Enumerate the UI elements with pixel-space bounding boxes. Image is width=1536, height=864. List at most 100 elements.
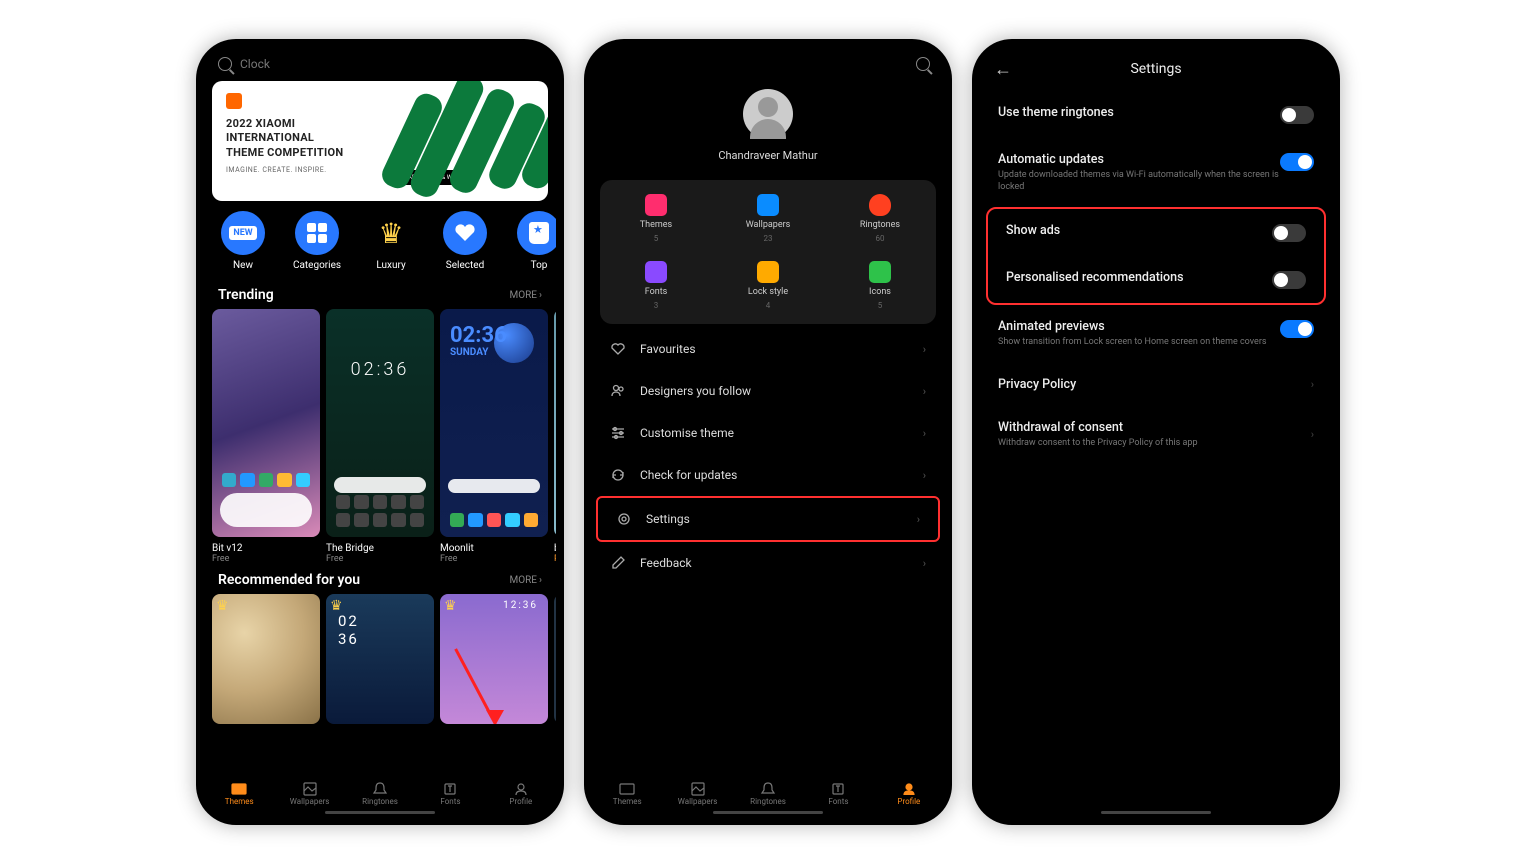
settings-title: Settings [996, 61, 1316, 77]
grid-fonts[interactable]: Fonts3 [600, 261, 712, 310]
crown-icon: ♛ [444, 598, 457, 614]
search-icon [218, 57, 232, 71]
setting-animated-previews[interactable]: Animated previewsShow transition from Lo… [980, 305, 1332, 363]
cat-selected[interactable]: Selected [430, 211, 500, 271]
setting-use-theme-ringtones[interactable]: Use theme ringtones [980, 91, 1332, 138]
phone-1: Clock 2022 XIAOMI INTERNATIONAL THEME CO… [196, 39, 564, 825]
chevron-right-icon: › [923, 385, 926, 398]
menu-favourites[interactable]: Favourites› [592, 328, 944, 370]
chevron-right-icon: › [1311, 428, 1314, 441]
nav-wallpapers[interactable]: Wallpapers [274, 769, 344, 817]
phone-2: Chandraveer Mathur Themes5 Wallpapers23 … [584, 39, 952, 825]
search-bar[interactable]: Clock [204, 47, 556, 81]
bottom-nav-2: Themes Wallpapers Ringtones Fonts Profil… [592, 769, 944, 817]
chevron-right-icon: › [923, 343, 926, 356]
library-grid: Themes5 Wallpapers23 Ringtones60 Fonts3 … [600, 180, 936, 324]
category-row: NEWNew Categories ♛Luxury Selected Top [204, 201, 556, 279]
settings-header: ← Settings [980, 47, 1332, 91]
cat-categories[interactable]: Categories [282, 211, 352, 271]
menu-customise[interactable]: Customise theme› [592, 412, 944, 454]
grid-themes[interactable]: Themes5 [600, 194, 712, 243]
rec-title: Recommended for you [218, 572, 360, 588]
rec-more-button[interactable]: MORE› [510, 575, 542, 586]
grid-wallpapers[interactable]: Wallpapers23 [712, 194, 824, 243]
back-arrow-icon[interactable]: ← [994, 59, 1012, 80]
fonts-icon [645, 261, 667, 283]
profile-menu: Favourites› Designers you follow› Custom… [592, 324, 944, 588]
lock-icon [757, 261, 779, 283]
wallpapers-icon [757, 194, 779, 216]
sliders-icon [610, 425, 626, 441]
search-placeholder: Clock [240, 57, 270, 71]
nav-ringtones[interactable]: Ringtones [345, 769, 415, 817]
themes-store-screen: Clock 2022 XIAOMI INTERNATIONAL THEME CO… [204, 47, 556, 817]
chevron-right-icon: › [917, 513, 920, 526]
setting-privacy-policy[interactable]: Privacy Policy › [980, 363, 1332, 406]
nav-profile[interactable]: Profile [486, 769, 556, 817]
rec-item-4[interactable] [554, 594, 556, 724]
nav-fonts[interactable]: Fonts [415, 769, 485, 817]
menu-designers[interactable]: Designers you follow› [592, 370, 944, 412]
crown-icon: ♛ [378, 217, 403, 250]
xiaomi-logo-icon [226, 93, 242, 109]
toggle-animated[interactable] [1280, 320, 1314, 338]
heart-icon [610, 341, 626, 357]
theme-bitv12[interactable]: Bit v12 Free [212, 309, 320, 564]
nav-themes[interactable]: Themes [204, 769, 274, 817]
nav-themes[interactable]: Themes [592, 769, 662, 817]
setting-show-ads[interactable]: Show ads [988, 209, 1324, 256]
trending-more-button[interactable]: MORE› [510, 290, 542, 301]
setting-withdraw-consent[interactable]: Withdrawal of consentWithdraw consent to… [980, 406, 1332, 464]
toggle-auto-updates[interactable] [1280, 153, 1314, 171]
setting-personalised[interactable]: Personalised recommendations [988, 256, 1324, 303]
chevron-right-icon: › [923, 557, 926, 570]
ringtones-icon [869, 194, 891, 216]
theme-bubble[interactable]: ♛ bubble Premium [554, 309, 556, 564]
people-icon [610, 383, 626, 399]
nav-wallpapers[interactable]: Wallpapers [662, 769, 732, 817]
chevron-right-icon: › [923, 427, 926, 440]
chevron-right-icon: › [1311, 378, 1314, 391]
trending-header: Trending MORE› [204, 279, 556, 309]
banner-art [388, 81, 548, 201]
cat-new[interactable]: NEWNew [208, 211, 278, 271]
nav-profile[interactable]: Profile [874, 769, 944, 817]
theme-bridge[interactable]: 02:36 The Bridge Free [326, 309, 434, 564]
profile-block[interactable]: Chandraveer Mathur [592, 81, 944, 180]
setting-auto-updates[interactable]: Automatic updatesUpdate downloaded theme… [980, 138, 1332, 207]
toggle-personalised[interactable] [1272, 271, 1306, 289]
nav-fonts[interactable]: Fonts [803, 769, 873, 817]
themes-icon [645, 194, 667, 216]
nav-ringtones[interactable]: Ringtones [733, 769, 803, 817]
menu-settings[interactable]: Settings› [596, 496, 940, 542]
profile-header [592, 47, 944, 81]
search-icon[interactable] [916, 57, 930, 71]
trending-row[interactable]: Bit v12 Free 02:36 The Bridge Free 02:36… [204, 309, 556, 564]
cat-top[interactable]: Top [504, 211, 556, 271]
cat-luxury[interactable]: ♛Luxury [356, 211, 426, 271]
home-indicator[interactable] [713, 811, 823, 814]
theme-moonlit[interactable]: 02:36 SUNDAY Moonlit Free [440, 309, 548, 564]
trending-title: Trending [218, 287, 274, 303]
toggle-show-ads[interactable] [1272, 224, 1306, 242]
toggle-ringtones[interactable] [1280, 106, 1314, 124]
bottom-nav-1: Themes Wallpapers Ringtones Fonts Profil… [204, 769, 556, 817]
grid-lockstyle[interactable]: Lock style4 [712, 261, 824, 310]
home-indicator[interactable] [1101, 811, 1211, 814]
rec-item-1[interactable]: ♛ [212, 594, 320, 724]
recommended-header: Recommended for you MORE› [204, 564, 556, 594]
home-indicator[interactable] [325, 811, 435, 814]
avatar-icon [743, 89, 793, 139]
profile-screen: Chandraveer Mathur Themes5 Wallpapers23 … [592, 47, 944, 817]
menu-feedback[interactable]: Feedback› [592, 542, 944, 584]
grid-ringtones[interactable]: Ringtones60 [824, 194, 936, 243]
refresh-icon [610, 467, 626, 483]
rec-item-3[interactable]: ♛12:36 [440, 594, 548, 724]
rec-item-2[interactable]: ♛02 36 [326, 594, 434, 724]
recommended-row[interactable]: ♛ ♛02 36 ♛12:36 [204, 594, 556, 724]
edit-icon [610, 555, 626, 571]
gear-icon [616, 511, 632, 527]
promo-banner[interactable]: 2022 XIAOMI INTERNATIONAL THEME COMPETIT… [212, 81, 548, 201]
menu-updates[interactable]: Check for updates› [592, 454, 944, 496]
grid-icons[interactable]: Icons5 [824, 261, 936, 310]
